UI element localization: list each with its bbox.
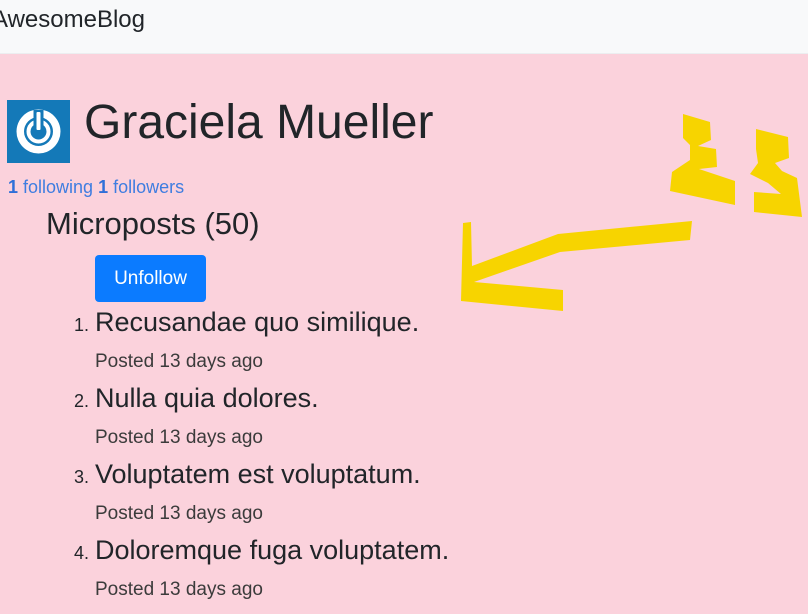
post-timestamp: Posted 13 days ago <box>95 503 263 524</box>
post-title: Nulla quia dolores. <box>95 383 319 413</box>
following-label: following <box>23 177 94 197</box>
post-timestamp: Posted 13 days ago <box>95 579 263 600</box>
followers-count: 1 <box>98 177 109 197</box>
post-number: 3. <box>74 467 90 487</box>
brand-link[interactable]: AwesomeBlog <box>0 6 145 34</box>
following-count: 1 <box>8 177 19 197</box>
list-item: 2. Nulla quia dolores. Posted 13 days ag… <box>0 383 700 459</box>
follow-stats: 1 following 1 followers <box>8 177 184 198</box>
user-name: Graciela Mueller <box>84 96 434 149</box>
power-icon <box>16 109 61 154</box>
followers-link[interactable]: 1 followers <box>98 177 184 197</box>
following-link[interactable]: 1 following <box>8 177 93 197</box>
post-timestamp: Posted 13 days ago <box>95 351 263 372</box>
post-title: Recusandae quo similique. <box>95 307 420 337</box>
post-title: Doloremque fuga voluptatem. <box>95 535 450 565</box>
unfollow-button[interactable]: Unfollow <box>95 255 206 302</box>
microposts-heading: Microposts (50) <box>46 206 260 241</box>
post-timestamp: Posted 13 days ago <box>95 427 263 448</box>
navbar: AwesomeBlog <box>0 0 808 54</box>
avatar <box>7 100 70 163</box>
list-item: 1. Recusandae quo similique. Posted 13 d… <box>0 307 700 383</box>
list-item: 3. Voluptatem est voluptatum. Posted 13 … <box>0 459 700 535</box>
post-number: 1. <box>74 315 90 335</box>
post-title: Voluptatem est voluptatum. <box>95 459 421 489</box>
post-number: 2. <box>74 391 90 411</box>
list-item: 4. Doloremque fuga voluptatem. Posted 13… <box>0 535 700 611</box>
post-number: 4. <box>74 543 90 563</box>
profile-page: Graciela Mueller 1 following 1 followers… <box>0 54 808 614</box>
followers-label: followers <box>113 177 185 197</box>
